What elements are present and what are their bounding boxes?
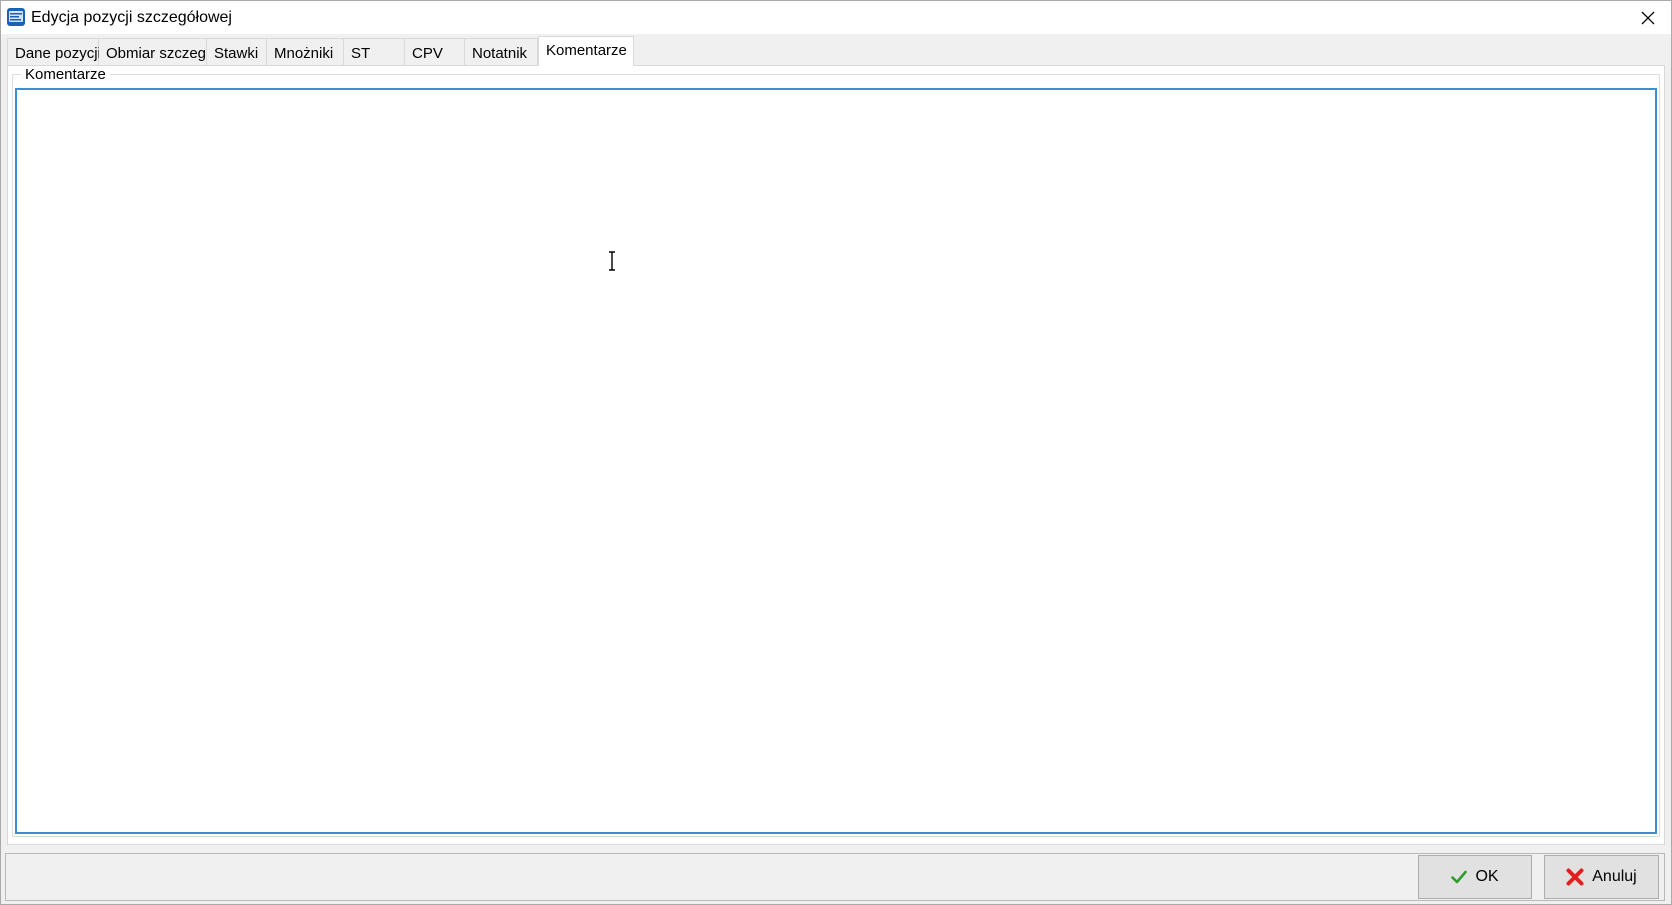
button-bar: OK Anuluj	[1, 851, 1671, 904]
tab-mnozniki[interactable]: Mnożniki	[267, 38, 344, 66]
cancel-button-label: Anuluj	[1592, 868, 1637, 885]
tab-cpv[interactable]: CPV	[405, 38, 465, 66]
tab-label: ST	[351, 45, 371, 62]
comments-groupbox: Komentarze	[12, 67, 1660, 837]
tab-st[interactable]: ST	[344, 38, 405, 66]
cancel-button[interactable]: Anuluj	[1544, 855, 1659, 899]
comments-group-label: Komentarze	[21, 67, 110, 83]
ok-button-label: OK	[1475, 868, 1499, 885]
tab-label: Obmiar szczeg.	[106, 45, 211, 62]
tab-panel-komentarze: Komentarze	[7, 65, 1665, 845]
close-button[interactable]	[1625, 1, 1671, 34]
dialog-window: Edycja pozycji szczegółowej Dane pozycji…	[0, 0, 1672, 905]
tab-obmiar-szczeg[interactable]: Obmiar szczeg.	[99, 38, 211, 66]
ok-button[interactable]: OK	[1418, 855, 1532, 899]
tab-label: Mnożniki	[274, 45, 334, 62]
checkmark-icon	[1451, 870, 1468, 884]
x-icon	[1566, 868, 1584, 886]
tab-label: Komentarze	[546, 42, 627, 59]
close-icon	[1641, 11, 1655, 24]
text-cursor-icon	[609, 251, 615, 271]
app-icon	[6, 7, 26, 27]
button-bar-panel	[5, 853, 1665, 901]
window-title: Edycja pozycji szczegółowej	[31, 9, 232, 26]
tab-label: Notatnik	[472, 45, 528, 62]
tab-komentarze[interactable]: Komentarze	[538, 36, 634, 66]
title-bar[interactable]: Edycja pozycji szczegółowej	[1, 1, 1671, 34]
tab-label: Dane pozycji	[15, 45, 101, 62]
tab-strip: Dane pozycji Obmiar szczeg. Stawki Mnożn…	[7, 36, 634, 66]
comments-textarea[interactable]	[15, 88, 1657, 834]
tab-stawki[interactable]: Stawki	[207, 38, 267, 66]
tab-notatnik[interactable]: Notatnik	[465, 38, 538, 66]
tab-dane-pozycji[interactable]: Dane pozycji	[7, 38, 101, 66]
tab-label: CPV	[412, 45, 443, 62]
tab-label: Stawki	[214, 45, 259, 62]
